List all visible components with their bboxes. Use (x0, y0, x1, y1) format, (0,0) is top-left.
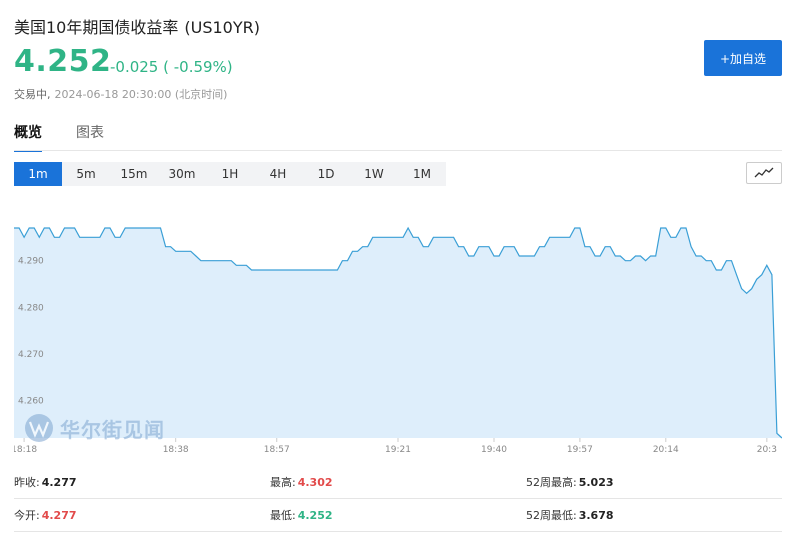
interval-1m[interactable]: 1m (14, 162, 62, 186)
stat-52w-low: 52周最低: 3.678 (526, 509, 614, 522)
price-area-fill (14, 228, 782, 438)
y-tick-label: 4.270 (18, 350, 44, 360)
tab-overview[interactable]: 概览 (14, 122, 42, 152)
interval-1mo[interactable]: 1M (398, 162, 446, 186)
current-price: 4.252 (14, 44, 112, 79)
status-text: 交易中, (14, 88, 51, 101)
interval-selector: 1m 5m 15m 30m 1H 4H 1D 1W 1M (14, 162, 446, 186)
status-timestamp: 2024-06-18 20:30:00 (北京时间) (54, 88, 228, 101)
stat-open: 今开: 4.277 (14, 509, 77, 522)
x-tick-label: 18:18 (14, 445, 37, 455)
interval-30m[interactable]: 30m (158, 162, 206, 186)
y-tick-label: 4.260 (18, 397, 44, 407)
watermark-text: 华尔街见闻 (60, 417, 165, 442)
x-tick-label: 20:14 (653, 445, 679, 455)
x-tick-label: 19:21 (385, 445, 411, 455)
chart-type-button[interactable] (746, 162, 782, 184)
add-watchlist-button[interactable]: +加自选 (704, 40, 782, 76)
x-tick-label: 19:57 (567, 445, 593, 455)
x-tick-label: 18:57 (264, 445, 290, 455)
instrument-title: 美国10年期国债收益率 (US10YR) (14, 14, 260, 38)
interval-15m[interactable]: 15m (110, 162, 158, 186)
stat-52w-high: 52周最高: 5.023 (526, 476, 614, 489)
stats-panel: 昨收: 4.277 最高: 4.302 52周最高: 5.023 今开: 4.277 最… (14, 466, 782, 532)
tab-chart[interactable]: 图表 (76, 122, 104, 152)
interval-1d[interactable]: 1D (302, 162, 350, 186)
x-tick-label: 19:40 (481, 445, 507, 455)
view-tabs: 概览 图表 (14, 122, 104, 152)
stat-high: 最高: 4.302 (270, 476, 333, 489)
tabs-divider (14, 150, 782, 151)
trading-status: 交易中, 2024-06-18 20:30:00 (北京时间) (14, 86, 227, 102)
stats-row: 昨收: 4.277 最高: 4.302 52周最高: 5.023 (14, 466, 782, 499)
price-change: -0.025 ( -0.59%) (110, 58, 233, 76)
line-chart-icon (754, 167, 774, 178)
interval-1w[interactable]: 1W (350, 162, 398, 186)
interval-1h[interactable]: 1H (206, 162, 254, 186)
watermark: 华尔街见闻 (24, 413, 165, 443)
y-tick-label: 4.290 (18, 257, 44, 267)
stat-low: 最低: 4.252 (270, 509, 333, 522)
x-tick-label: 20:3 (757, 445, 777, 455)
stat-prev-close: 昨收: 4.277 (14, 476, 77, 489)
wallstreetcn-logo-icon (25, 414, 53, 442)
interval-5m[interactable]: 5m (62, 162, 110, 186)
instrument-name: 美国10年期国债收益率 (14, 18, 179, 37)
instrument-code: (US10YR) (184, 18, 260, 37)
y-tick-label: 4.280 (18, 303, 44, 313)
interval-4h[interactable]: 4H (254, 162, 302, 186)
stats-row: 今开: 4.277 最低: 4.252 52周最低: 3.678 (14, 499, 782, 532)
x-tick-label: 18:38 (163, 445, 189, 455)
